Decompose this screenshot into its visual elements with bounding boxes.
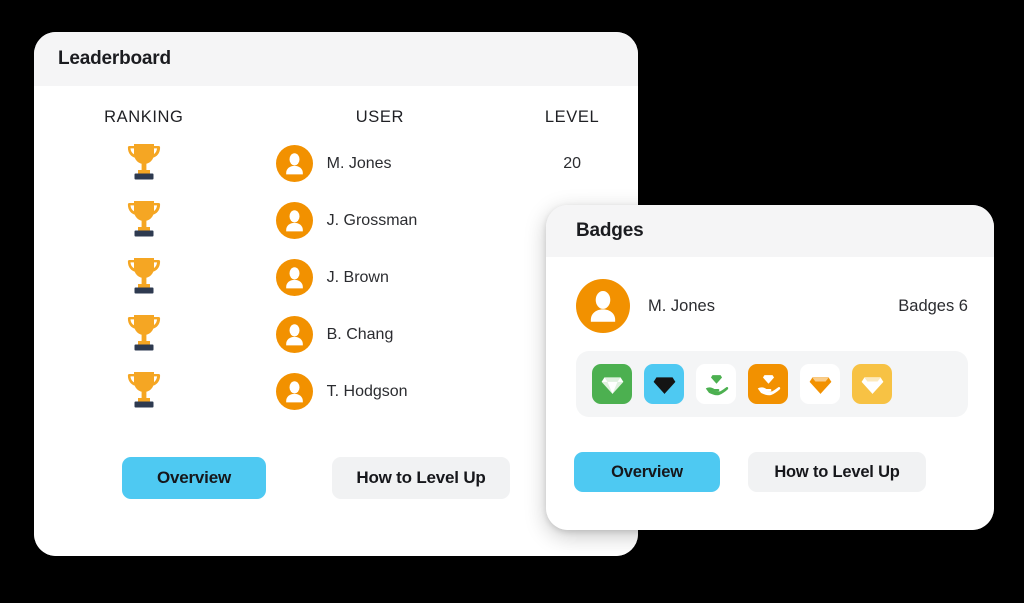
badge-item[interactable] xyxy=(852,364,892,404)
badges-header: Badges xyxy=(546,205,994,257)
badges-body: M. Jones Badges 6 Overview How to Level … xyxy=(546,257,994,530)
badge-item[interactable] xyxy=(748,364,788,404)
badge-item[interactable] xyxy=(800,364,840,404)
user-name: J. Grossman xyxy=(326,211,418,229)
badges-list xyxy=(576,351,968,417)
badges-card: Badges M. Jones Badges 6 Overview How to… xyxy=(546,205,994,530)
badge-item[interactable] xyxy=(592,364,632,404)
diamond-icon xyxy=(860,372,885,397)
level-value: 20 xyxy=(563,154,581,172)
column-header-ranking: RANKING xyxy=(104,108,184,126)
rank-cell xyxy=(34,306,254,363)
table-header-row: RANKING USER LEVEL xyxy=(34,86,638,135)
rank-cell xyxy=(34,249,254,306)
user-avatar-icon xyxy=(275,259,313,296)
leaderboard-header: Leaderboard xyxy=(34,32,638,86)
user-name: B. Chang xyxy=(326,325,394,343)
badges-actions: Overview How to Level Up xyxy=(574,452,926,492)
leaderboard-title: Leaderboard xyxy=(58,48,171,69)
leaderboard-table-head: RANKING USER LEVEL xyxy=(34,86,638,135)
user-name: M. Jones xyxy=(326,154,392,172)
user-name: T. Hodgson xyxy=(326,382,408,400)
user-cell: M. Jones xyxy=(254,135,507,192)
leaderboard-actions: Overview How to Level Up xyxy=(122,457,510,499)
column-header-user: USER xyxy=(355,108,405,126)
user-avatar-icon xyxy=(275,316,313,353)
trophy-icon xyxy=(127,255,161,295)
diamond-icon xyxy=(652,372,677,397)
trophy-icon xyxy=(127,141,161,181)
trophy-icon xyxy=(127,198,161,238)
how-to-level-up-button[interactable]: How to Level Up xyxy=(748,452,926,492)
rank-cell xyxy=(34,135,254,192)
user-cell: T. Hodgson xyxy=(254,363,507,420)
column-header-level: LEVEL xyxy=(544,108,600,126)
overview-button[interactable]: Overview xyxy=(574,452,720,492)
trophy-icon xyxy=(127,312,161,352)
diamond-icon xyxy=(600,372,625,397)
user-avatar-icon xyxy=(576,279,630,333)
user-cell: B. Chang xyxy=(254,306,507,363)
page-background: Leaderboard RANKING USER LEVEL M. Jones … xyxy=(0,0,1024,603)
user-avatar-icon xyxy=(275,145,313,182)
trophy-icon xyxy=(127,369,161,409)
badge-item[interactable] xyxy=(644,364,684,404)
badges-title: Badges xyxy=(576,220,644,241)
user-avatar-icon xyxy=(275,202,313,239)
user-avatar-icon xyxy=(275,373,313,410)
table-row[interactable]: M. Jones 20 xyxy=(34,135,638,192)
diamond-icon xyxy=(808,372,833,397)
hand-diamond-icon xyxy=(704,372,729,397)
user-cell: J. Grossman xyxy=(254,192,507,249)
how-to-level-up-button[interactable]: How to Level Up xyxy=(332,457,510,499)
badges-user-row: M. Jones Badges 6 xyxy=(546,257,994,333)
badges-count-label: Badges 6 xyxy=(898,296,968,315)
rank-cell xyxy=(34,192,254,249)
badges-user-name: M. Jones xyxy=(648,296,715,315)
user-cell: J. Brown xyxy=(254,249,507,306)
badge-item[interactable] xyxy=(696,364,736,404)
hand-diamond-icon xyxy=(756,372,781,397)
overview-button[interactable]: Overview xyxy=(122,457,266,499)
user-name: J. Brown xyxy=(326,268,389,286)
rank-cell xyxy=(34,363,254,420)
